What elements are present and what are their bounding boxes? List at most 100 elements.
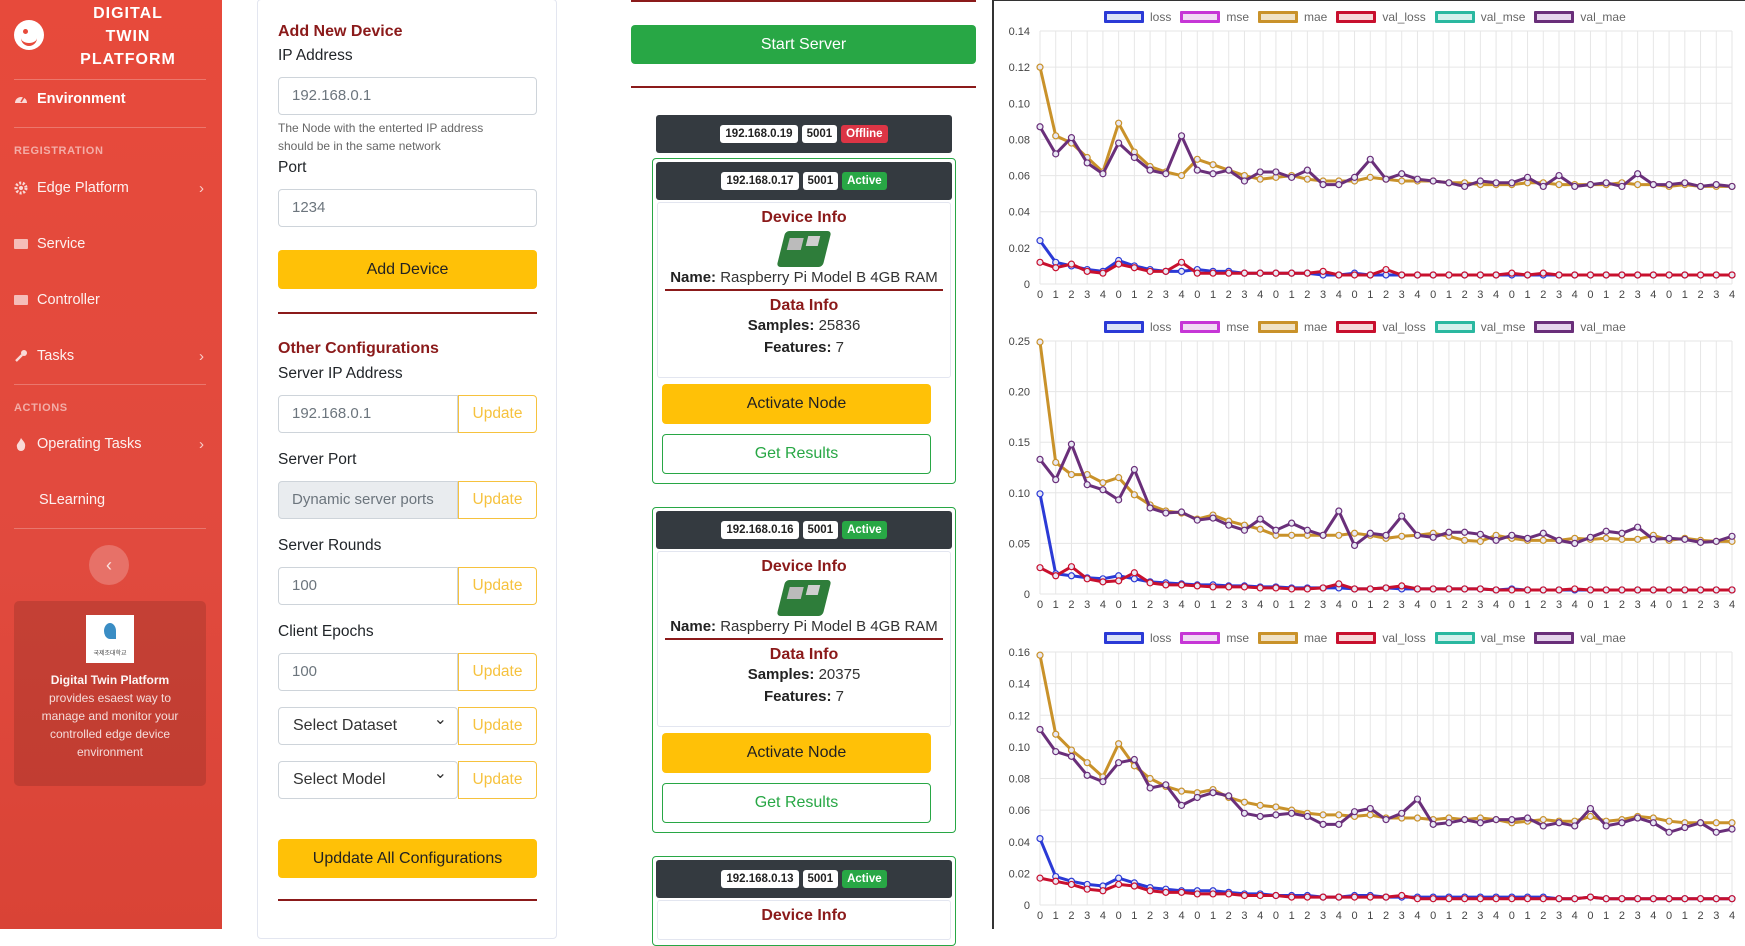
device-divider: [665, 638, 943, 640]
data-point-val-mae: [1288, 519, 1296, 527]
x-tick-label: 4: [1336, 599, 1342, 611]
y-tick-label: 0.12: [1009, 62, 1030, 74]
x-tick-label: 2: [1462, 289, 1468, 301]
data-point-val-mae: [1492, 179, 1500, 187]
x-tick-label: 4: [1100, 289, 1106, 301]
sidebar-item-operating-tasks[interactable]: Operating Tasks ›: [14, 432, 204, 456]
data-point-loss: [1130, 575, 1138, 583]
x-tick-label: 2: [1383, 910, 1389, 922]
sidebar-item-controller[interactable]: Controller: [14, 288, 204, 312]
sidebar-item-slearning[interactable]: SLearning: [39, 488, 229, 512]
x-tick-label: 1: [1289, 289, 1295, 301]
sidebar-item-environment[interactable]: Environment: [14, 87, 204, 111]
data-point-val-mae: [1130, 755, 1138, 764]
data-point-val-mae: [1146, 166, 1154, 174]
server-ip-input[interactable]: 192.168.0.1: [278, 395, 458, 433]
data-point-val-loss: [1303, 585, 1311, 593]
device-name: Name: Raspberry Pi Model B 4GB RAM: [658, 618, 950, 635]
data-point-val-loss: [1649, 271, 1657, 279]
brand[interactable]: DIGITAL TWIN PLATFORM: [0, 0, 222, 72]
server-ip-update-button[interactable]: Update: [458, 395, 537, 433]
port-input[interactable]: 1234: [278, 189, 537, 227]
data-point-val-mae: [1571, 182, 1579, 191]
data-point-val-mae: [1335, 181, 1343, 189]
ip-address-input[interactable]: 192.168.0.1: [278, 77, 537, 115]
server-panel: Start Server 192.168.0.19 5001 Offline 1…: [631, 0, 976, 946]
x-tick-label: 0: [1194, 910, 1200, 922]
client-epochs-update-button[interactable]: Update: [458, 653, 537, 691]
data-point-loss: [1115, 874, 1123, 882]
data-point-val-mae: [1492, 816, 1500, 824]
data-point-val-mae: [1634, 170, 1642, 178]
x-tick-label: 1: [1053, 599, 1059, 611]
device-header[interactable]: 192.168.0.16 5001 Active: [656, 511, 952, 549]
activate-node-button[interactable]: Activate Node: [662, 733, 931, 773]
x-tick-label: 3: [1635, 599, 1641, 611]
x-tick-label: 4: [1650, 289, 1656, 301]
client-epochs-input[interactable]: 100: [278, 653, 458, 691]
x-tick-label: 2: [1619, 289, 1625, 301]
x-tick-label: 4: [1493, 599, 1499, 611]
data-point-val-loss: [1476, 271, 1484, 279]
x-tick-label: 1: [1446, 599, 1452, 611]
data-point-val-mae: [1696, 538, 1705, 546]
x-tick-label: 4: [1572, 599, 1578, 611]
activate-node-button[interactable]: Activate Node: [662, 384, 931, 424]
data-point-val-loss: [1681, 271, 1689, 279]
x-tick-label: 0: [1666, 289, 1672, 301]
data-point-val-loss: [1461, 895, 1469, 903]
data-point-mae: [1067, 470, 1076, 479]
data-point-mae: [1398, 532, 1406, 540]
model-select[interactable]: Select Model: [278, 756, 458, 799]
x-tick-label: 2: [1462, 599, 1468, 611]
server-rounds-update-button[interactable]: Update: [458, 567, 537, 605]
start-server-button[interactable]: Start Server: [631, 25, 976, 64]
smile-logo-icon: [14, 20, 44, 50]
add-device-button[interactable]: Add Device: [278, 250, 537, 289]
get-results-button[interactable]: Get Results: [662, 783, 931, 823]
server-port-input[interactable]: Dynamic server ports: [278, 481, 458, 519]
data-point-mae: [1413, 814, 1422, 822]
device-header[interactable]: 192.168.0.17 5001 Active: [656, 162, 952, 200]
server-rounds-input[interactable]: 100: [278, 567, 458, 605]
x-tick-label: 3: [1320, 910, 1326, 922]
get-results-button[interactable]: Get Results: [662, 434, 931, 474]
data-point-val-mae: [1571, 539, 1579, 547]
data-point-val-loss: [1461, 585, 1469, 593]
device-header[interactable]: 192.168.0.19 5001 Offline: [656, 115, 952, 153]
dataset-select[interactable]: Select Dataset: [278, 702, 458, 745]
update-all-configurations-button[interactable]: Upddate All Configurations: [278, 839, 537, 878]
data-point-val-loss: [1539, 586, 1547, 594]
data-point-val-loss: [1272, 584, 1280, 592]
data-point-val-mae: [1602, 822, 1610, 830]
x-tick-label: 1: [1524, 289, 1530, 301]
x-tick-label: 1: [1367, 910, 1373, 922]
model-update-button[interactable]: Update: [458, 761, 537, 799]
sidebar-item-edge-platform[interactable]: Edge Platform ›: [14, 176, 204, 200]
server-port-update-button[interactable]: Update: [458, 481, 537, 519]
x-tick-label: 0: [1194, 289, 1200, 301]
data-point-val-loss: [1696, 271, 1705, 279]
dataset-update-button[interactable]: Update: [458, 707, 537, 745]
x-tick-label: 0: [1666, 910, 1672, 922]
samples-row: Samples: 20375: [658, 664, 950, 686]
data-point-val-loss: [1508, 269, 1516, 277]
data-point-mae: [1146, 774, 1154, 783]
data-point-val-loss: [1586, 271, 1595, 279]
device-header[interactable]: 192.168.0.13 5001 Active: [656, 860, 952, 898]
data-info-heading: Data Info: [769, 297, 839, 314]
x-tick-label: 4: [1493, 289, 1499, 301]
data-point-val-mae: [1382, 175, 1390, 183]
sidebar-item-service[interactable]: Service: [14, 232, 204, 256]
add-device-title: Add New Device: [278, 23, 403, 40]
data-point-loss: [1177, 267, 1186, 275]
data-point-val-mae: [1319, 820, 1327, 828]
chevron-right-icon: ›: [199, 347, 204, 365]
data-point-val-loss: [1539, 269, 1547, 277]
sidebar-toggle-button[interactable]: ‹: [89, 545, 129, 585]
sidebar-item-tasks[interactable]: Tasks ›: [14, 344, 204, 368]
data-point-mae: [1555, 181, 1563, 189]
university-logo: 국제조대학교: [86, 615, 134, 663]
x-tick-label: 3: [1399, 599, 1405, 611]
gear-icon: [14, 181, 28, 195]
